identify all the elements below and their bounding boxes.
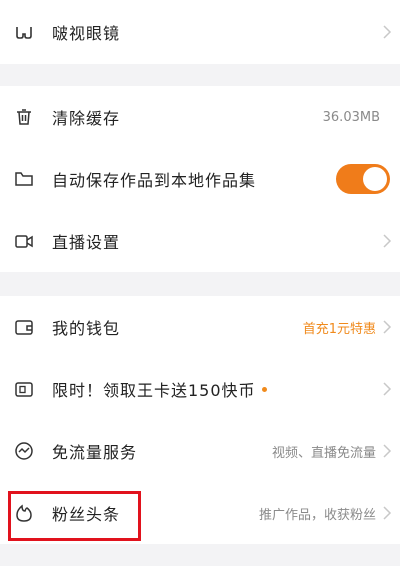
chevron-right-icon <box>382 381 392 397</box>
wallet-label: 我的钱包 <box>52 319 121 338</box>
king-card-label-text: 限时！领取王卡送150快币 <box>52 381 256 400</box>
new-dot-badge <box>261 387 267 392</box>
sim-card-icon <box>14 379 34 399</box>
king-card-label: 限时！领取王卡送150快币 <box>52 377 267 401</box>
fan-headline-value: 推广作品，收获粉丝 <box>258 507 376 523</box>
data-free-label: 免流量服务 <box>52 443 138 462</box>
chevron-right-icon <box>382 505 392 521</box>
live-camera-icon <box>14 231 34 251</box>
wallet-row[interactable]: 我的钱包 首充1元特惠 <box>0 296 400 358</box>
live-settings-row[interactable]: 直播设置 <box>0 210 400 272</box>
auto-save-label: 自动保存作品到本地作品集 <box>52 171 257 190</box>
auto-save-toggle[interactable] <box>336 164 390 194</box>
toggle-knob <box>363 167 387 191</box>
folder-icon <box>14 169 34 189</box>
highlight-box <box>8 491 141 541</box>
first-topup-promo: 首充1元特惠 <box>302 321 376 337</box>
chevron-right-icon <box>382 443 392 459</box>
glasses-label: 啵视眼镜 <box>52 24 121 43</box>
settings-section-2: 清除缓存 36.03MB 自动保存作品到本地作品集 直播设置 <box>0 86 400 272</box>
data-free-value: 视频、直播免流量 <box>271 445 376 461</box>
data-free-row[interactable]: 免流量服务 视频、直播免流量 <box>0 420 400 482</box>
clear-cache-label: 清除缓存 <box>52 109 121 128</box>
settings-section-1: 啵视眼镜 <box>0 0 400 64</box>
live-settings-label: 直播设置 <box>52 233 121 252</box>
glasses-row[interactable]: 啵视眼镜 <box>0 0 400 64</box>
cache-size-value: 36.03MB <box>322 109 380 125</box>
king-card-row[interactable]: 限时！领取王卡送150快币 <box>0 358 400 420</box>
auto-save-row: 自动保存作品到本地作品集 <box>0 148 400 210</box>
trash-icon <box>14 107 34 127</box>
chevron-right-icon <box>382 233 392 249</box>
wallet-icon <box>14 317 34 337</box>
chevron-right-icon <box>382 319 392 335</box>
data-free-icon <box>14 441 34 461</box>
clear-cache-row[interactable]: 清除缓存 36.03MB <box>0 86 400 148</box>
glasses-icon <box>14 22 34 42</box>
chevron-right-icon <box>382 24 392 40</box>
